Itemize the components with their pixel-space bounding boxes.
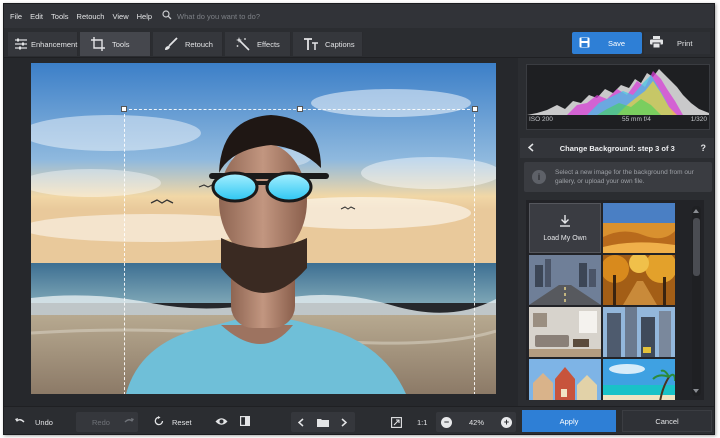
zoom-level[interactable]: 42%	[469, 412, 484, 432]
tab-tools[interactable]: Tools	[80, 32, 151, 56]
magic-wand-icon	[235, 36, 251, 52]
right-panel: ISO 200 55 mm f/4 1/320 Change Backgroun…	[520, 58, 714, 406]
print-label: Print	[677, 38, 693, 48]
crop-handle-top-right[interactable]	[472, 106, 478, 112]
tab-captions[interactable]: Captions	[293, 32, 363, 56]
lens-value: 55 mm f/4	[622, 116, 651, 123]
sliders-icon	[14, 36, 28, 52]
tab-label: Enhancement	[31, 39, 78, 49]
city-road-thumbnail[interactable]	[529, 255, 601, 305]
living-room-thumbnail[interactable]	[529, 307, 601, 357]
scrollbar-thumb[interactable]	[693, 218, 700, 276]
fit-screen-icon	[391, 416, 402, 428]
load-my-own-button[interactable]: Load My Own	[529, 203, 601, 253]
undo-label: Undo	[35, 417, 53, 427]
image-canvas	[4, 58, 518, 406]
step-header: Change Background: step 3 of 3 ?	[520, 138, 714, 158]
eye-icon	[215, 417, 228, 428]
cancel-label: Cancel	[655, 416, 679, 426]
desert-thumbnail[interactable]	[603, 203, 675, 253]
toolbar: Enhancement Tools Retouch Effects Captio…	[4, 28, 714, 58]
tab-label: Tools	[112, 39, 130, 49]
zoom-percent: 42%	[469, 417, 485, 427]
redo-button[interactable]: Redo	[92, 412, 135, 432]
help-icon[interactable]: ?	[701, 143, 707, 153]
iso-value: ISO 200	[529, 116, 553, 123]
tropical-beach-thumbnail[interactable]	[603, 359, 675, 400]
tab-label: Retouch	[185, 39, 213, 49]
crop-frame[interactable]	[121, 106, 478, 394]
menu-view[interactable]: View	[112, 12, 128, 21]
menu-help[interactable]: Help	[137, 12, 152, 21]
scroll-down-icon[interactable]	[693, 389, 699, 393]
search-icon[interactable]	[162, 10, 172, 22]
next-image-button[interactable]	[341, 412, 347, 432]
save-label: Save	[608, 38, 626, 48]
tab-retouch[interactable]: Retouch	[153, 32, 223, 56]
redo-label: Redo	[92, 417, 110, 427]
undo-icon	[14, 417, 25, 428]
undo-button[interactable]: Undo	[14, 412, 53, 432]
save-button[interactable]: Save	[572, 32, 642, 54]
step-title: Change Background: step 3 of 3	[559, 143, 675, 153]
background-gallery: Load My Own	[526, 200, 704, 400]
zoom-out-button[interactable]: −	[441, 412, 452, 432]
crop-icon	[90, 36, 106, 52]
chevron-right-icon	[341, 417, 347, 427]
tab-label: Captions	[325, 39, 355, 49]
scroll-up-icon[interactable]	[693, 209, 699, 213]
tab-enhancement[interactable]: Enhancement	[8, 32, 78, 56]
search-input[interactable]: What do you want to do?	[177, 12, 260, 21]
autumn-forest-thumbnail[interactable]	[603, 255, 675, 305]
cancel-button[interactable]: Cancel	[622, 410, 712, 432]
crop-handle-top[interactable]	[297, 106, 303, 112]
download-icon	[559, 214, 571, 229]
crop-handle-top-left[interactable]	[121, 106, 127, 112]
text-icon	[303, 36, 319, 52]
reset-icon	[154, 416, 164, 428]
redo-icon	[124, 417, 135, 428]
bottom-bar: Undo Redo Reset 1:1 − 42% + Apply Cancel	[4, 406, 714, 434]
zoom-in-icon: +	[501, 416, 512, 428]
info-icon: i	[532, 170, 546, 184]
print-button[interactable]: Print	[644, 32, 710, 54]
printer-icon	[650, 36, 663, 50]
load-my-own-label: Load My Own	[543, 234, 587, 242]
apply-label: Apply	[559, 416, 579, 426]
folder-icon	[317, 418, 329, 427]
zoom-ratio: 1:1	[417, 417, 428, 427]
compare-icon	[240, 416, 251, 428]
menu-tools[interactable]: Tools	[51, 12, 69, 21]
fit-to-screen-button[interactable]	[391, 412, 402, 432]
zoom-out-icon: −	[441, 416, 452, 428]
histogram	[526, 64, 710, 130]
menu-bar: File Edit Tools Retouch View Help What d…	[4, 4, 714, 28]
hint-text: Select a new image for the background fr…	[555, 169, 694, 185]
shutter-value: 1/320	[690, 116, 707, 123]
menu-edit[interactable]: Edit	[30, 12, 43, 21]
reset-button[interactable]: Reset	[154, 412, 192, 432]
brush-icon	[163, 36, 179, 52]
floppy-disk-icon	[579, 37, 590, 50]
hint-box: i Select a new image for the background …	[524, 162, 712, 192]
actual-size-button[interactable]: 1:1	[417, 412, 427, 432]
compare-button[interactable]	[240, 412, 251, 432]
app-window: File Edit Tools Retouch View Help What d…	[3, 3, 715, 435]
open-folder-button[interactable]	[317, 412, 329, 432]
menu-file[interactable]: File	[10, 12, 22, 21]
histogram-graph	[527, 69, 709, 115]
menu-retouch[interactable]: Retouch	[77, 12, 105, 21]
reset-label: Reset	[172, 417, 192, 427]
old-town-thumbnail[interactable]	[529, 359, 601, 400]
skyscrapers-thumbnail[interactable]	[603, 307, 675, 357]
previous-image-button[interactable]	[298, 412, 304, 432]
tab-label: Effects	[257, 39, 280, 49]
chevron-left-icon	[298, 417, 304, 427]
zoom-in-button[interactable]: +	[501, 412, 512, 432]
apply-button[interactable]: Apply	[522, 410, 616, 432]
preview-toggle-button[interactable]	[215, 412, 228, 432]
tab-effects[interactable]: Effects	[225, 32, 291, 56]
photo[interactable]	[31, 63, 496, 394]
gallery-scrollbar[interactable]	[692, 206, 701, 396]
